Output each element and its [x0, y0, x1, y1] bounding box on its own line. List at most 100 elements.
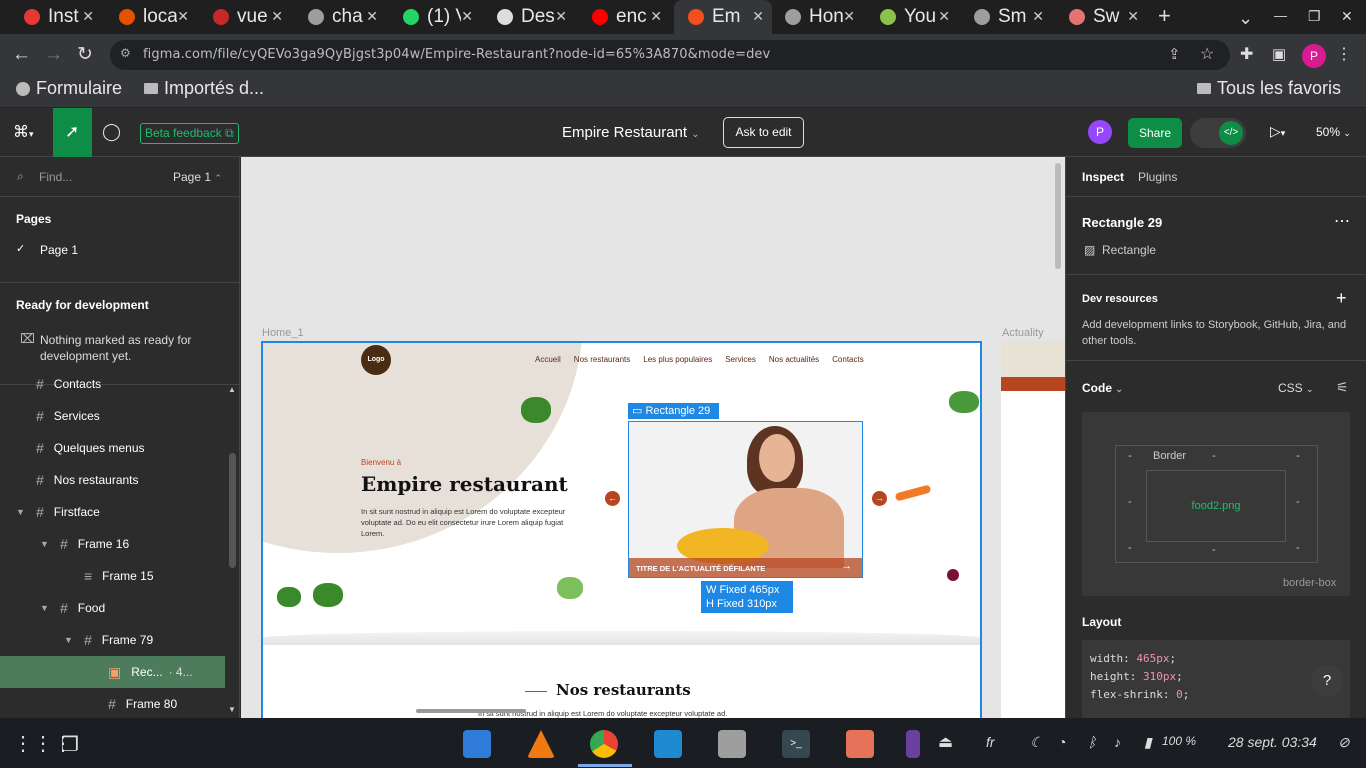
design-canvas[interactable]: Home_1 Actuality Logo Accueil Nos restaur… — [241, 157, 1065, 718]
side-panel-icon[interactable]: ▣ — [1272, 44, 1286, 66]
reload-icon[interactable]: ↻ — [77, 44, 93, 66]
home-frame[interactable]: Logo Accueil Nos restaurants Les plus popu… — [261, 341, 982, 718]
close-tab-icon[interactable]: ✕ — [461, 8, 473, 25]
notifications-off-icon[interactable]: ⊘ — [1338, 734, 1350, 751]
browser-tab[interactable]: Em ✕ — [674, 0, 772, 34]
wifi-icon[interactable]: ◔ — [1058, 734, 1066, 750]
bluetooth-icon[interactable]: ᛒ — [1088, 734, 1096, 750]
site-info-icon[interactable]: ⚙ — [120, 46, 131, 60]
site-nav-item[interactable]: Accueil — [535, 355, 561, 364]
close-tab-icon[interactable]: ✕ — [555, 8, 567, 25]
browser-tab[interactable]: Sm ✕ — [960, 0, 1052, 34]
browser-tab[interactable]: You ✕ — [866, 0, 958, 34]
browser-tab[interactable]: Hon ✕ — [771, 0, 863, 34]
site-nav-item[interactable]: Nos restaurants — [574, 355, 630, 364]
add-resource-icon[interactable]: + — [1336, 288, 1347, 309]
scroll-up-icon[interactable]: ▲ — [228, 385, 236, 394]
chrome-icon[interactable] — [590, 730, 618, 758]
browser-menu-icon[interactable]: ⋮ — [1336, 44, 1352, 66]
canvas-vertical-scrollbar[interactable] — [1055, 163, 1061, 269]
image-viewer-icon[interactable] — [846, 730, 874, 758]
address-bar[interactable]: ⚙ figma.com/file/cyQEVo3ga9QyBjgst3p04w/… — [110, 40, 1230, 70]
layer-search-input[interactable]: Find... — [39, 170, 72, 184]
code-language-select[interactable]: CSS ⌄ — [1278, 381, 1314, 395]
night-light-icon[interactable]: ☾ — [1030, 734, 1043, 751]
close-tab-icon[interactable]: ✕ — [650, 8, 662, 25]
back-icon[interactable]: ← — [12, 44, 31, 66]
browser-tab[interactable]: (1) V✕ — [389, 0, 481, 34]
forward-icon[interactable]: → — [44, 44, 63, 66]
share-button[interactable]: Share — [1128, 118, 1182, 148]
layer-row[interactable]: ▣ Rec... · 4... — [0, 656, 225, 688]
terminal-icon[interactable]: >_ — [782, 730, 810, 758]
user-avatar[interactable]: P — [1088, 120, 1112, 144]
close-tab-icon[interactable]: ✕ — [1032, 8, 1044, 25]
extensions-icon[interactable]: ✚ — [1240, 44, 1253, 66]
beta-feedback-button[interactable]: Beta feedback ⧉ — [140, 123, 239, 144]
ask-to-edit-button[interactable]: Ask to edit — [723, 117, 804, 148]
close-tab-icon[interactable]: ✕ — [177, 8, 189, 25]
bookmark-folder-imported[interactable]: Importés d... — [144, 78, 264, 99]
help-button[interactable]: ? — [1311, 665, 1343, 697]
layer-row[interactable]: ▼ # Frame 16 — [0, 528, 225, 560]
code-heading[interactable]: Code ⌄ — [1082, 381, 1123, 395]
bookmark-folder-all[interactable]: Tous les favoris — [1197, 78, 1341, 99]
layer-row[interactable]: # Services — [0, 400, 225, 432]
tab-inspect[interactable]: Inspect — [1082, 170, 1124, 184]
site-nav-item[interactable]: Services — [725, 355, 756, 364]
code-settings-icon[interactable]: ⚟ — [1336, 379, 1349, 396]
profile-avatar[interactable]: P — [1302, 44, 1326, 68]
battery-icon[interactable]: ▮ — [1144, 734, 1152, 751]
dev-mode-toggle[interactable]: </> — [1190, 118, 1246, 148]
close-window-icon[interactable]: ✕ — [1341, 8, 1353, 25]
expand-caret-icon[interactable]: ▼ — [16, 507, 25, 517]
layer-row[interactable]: ▼ # Firstface — [0, 496, 225, 528]
store-icon[interactable] — [463, 730, 491, 758]
move-tool-button[interactable]: ➚ — [53, 108, 92, 157]
close-tab-icon[interactable]: ✕ — [938, 8, 950, 25]
close-tab-icon[interactable]: ✕ — [82, 8, 94, 25]
scrollbar-thumb[interactable] — [229, 453, 236, 568]
page-selector[interactable]: Page 1 ⌃ — [173, 170, 222, 184]
windows-overview-icon[interactable]: ❐ — [61, 732, 79, 757]
more-options-icon[interactable]: ⋯ — [1334, 211, 1350, 231]
bookmark-formulaire[interactable]: Formulaire — [16, 78, 122, 99]
layer-row[interactable]: ▼ # Frame 79 — [0, 624, 225, 656]
zoom-level[interactable]: 50% ⌄ — [1316, 125, 1351, 139]
page-item[interactable]: ✓ Page 1 — [0, 237, 239, 261]
browser-tab[interactable]: enc ✕ — [578, 0, 670, 34]
slider-prev-button[interactable]: ← — [605, 491, 620, 506]
layer-row[interactable]: # Contacts — [0, 368, 225, 400]
layer-row[interactable]: # Quelques menus — [0, 432, 225, 464]
keyboard-layout[interactable]: fr — [986, 734, 995, 750]
expand-caret-icon[interactable]: ▼ — [64, 635, 73, 645]
maximize-icon[interactable]: ❐ — [1308, 8, 1321, 25]
file-title[interactable]: Empire Restaurant ⌄ — [562, 124, 700, 141]
site-nav-item[interactable]: Nos actualités — [769, 355, 819, 364]
browser-tab[interactable]: cha ✕ — [294, 0, 386, 34]
layer-row[interactable]: ▼ # Food — [0, 592, 225, 624]
comment-icon[interactable]: ◯ — [102, 122, 121, 142]
close-tab-icon[interactable]: ✕ — [843, 8, 855, 25]
browser-tab[interactable]: Sw ✕ — [1055, 0, 1147, 34]
files-icon[interactable] — [718, 730, 746, 758]
browser-tab[interactable]: Des ✕ — [483, 0, 575, 34]
close-tab-icon[interactable]: ✕ — [752, 8, 764, 25]
figma-menu-icon[interactable]: ⌘▾ — [13, 122, 34, 142]
close-tab-icon[interactable]: ✕ — [366, 8, 378, 25]
eject-icon[interactable]: ⏏ — [938, 732, 953, 752]
vlc-icon[interactable] — [527, 730, 555, 758]
bookmark-star-icon[interactable]: ☆ — [1200, 44, 1214, 64]
frame-label-actuality[interactable]: Actuality — [1002, 327, 1044, 339]
layer-scrollbar[interactable]: ▲ ▼ — [225, 385, 239, 718]
frame-horizontal-scrollbar[interactable] — [416, 709, 526, 713]
volume-icon[interactable]: ♪ — [1114, 734, 1121, 750]
actuality-frame[interactable] — [1001, 341, 1065, 718]
layer-row[interactable]: ≡ Frame 15 — [0, 560, 225, 592]
expand-caret-icon[interactable]: ▼ — [40, 539, 49, 549]
tab-plugins[interactable]: Plugins — [1138, 170, 1177, 184]
rectangle-29-image[interactable]: TITRE DE L'ACTUALITÉ DÉFILANTE → — [628, 421, 863, 578]
site-nav-item[interactable]: Les plus populaires — [643, 355, 712, 364]
new-tab-button[interactable]: + — [1158, 3, 1171, 29]
browser-tab[interactable]: vue ✕ — [199, 0, 291, 34]
